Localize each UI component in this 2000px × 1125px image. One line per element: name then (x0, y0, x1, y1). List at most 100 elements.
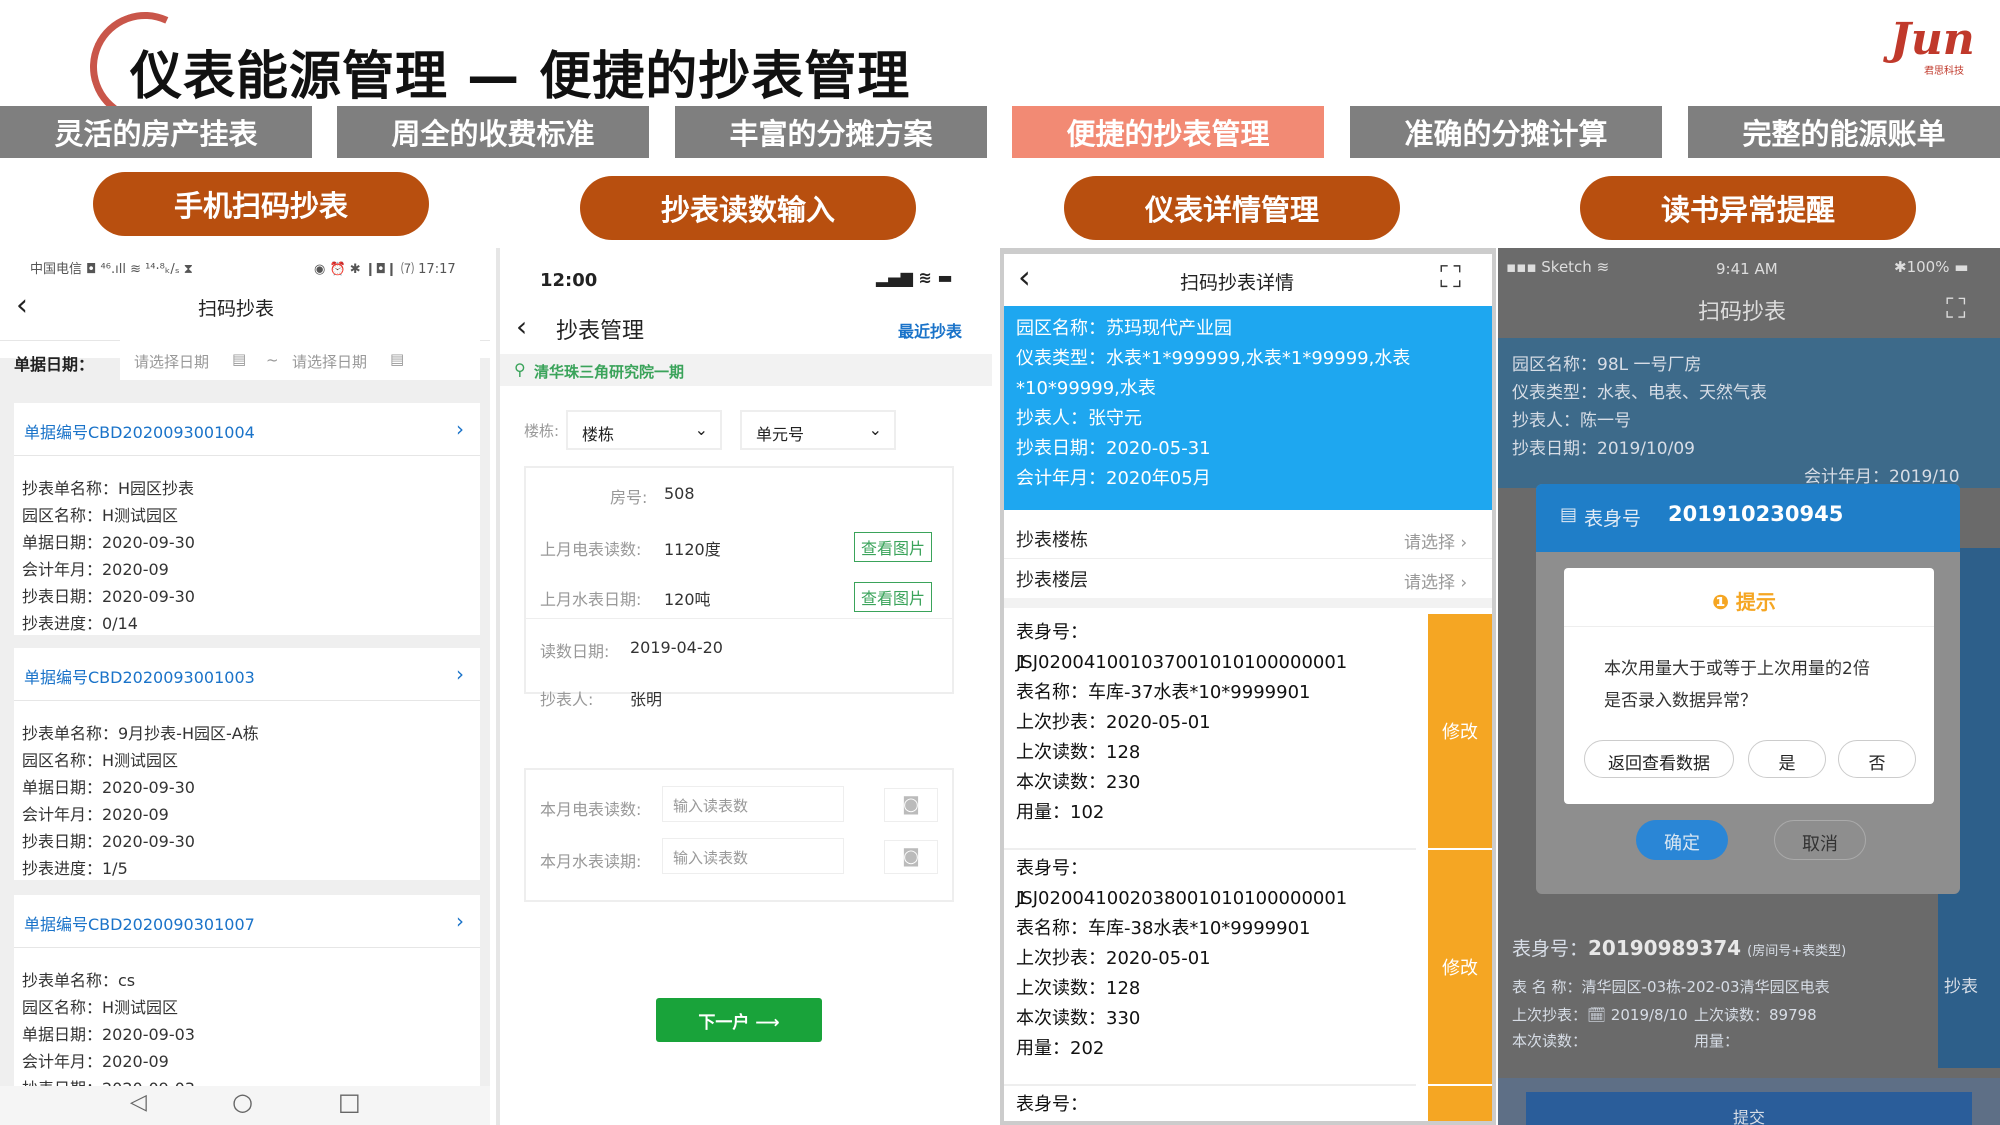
nav-recent-icon[interactable]: □ (338, 1088, 361, 1116)
read-progress: 抄表进度：0/14 (22, 614, 138, 633)
reader: 抄表人：张守元 (1016, 408, 1142, 429)
p3-header-title: 扫码抄表详情 (1180, 272, 1295, 294)
unit-select[interactable]: 单元号 ⌄ (740, 410, 896, 450)
tab-allocation-calc[interactable]: 准确的分摊计算 (1350, 106, 1662, 158)
chevron-right-icon[interactable]: › (456, 417, 464, 441)
p4-bg-info: 园区名称：98L 一号厂房 仪表类型：水表、电表、天然气表 抄表人：陈一号 抄表… (1498, 338, 2000, 488)
modal-header: ▤ 表身号 201910230945 (1536, 484, 1960, 552)
list-item[interactable]: 单据编号CBD2020093001003 › 抄表单名称：9月抄表-H园区-A栋… (14, 648, 480, 880)
camera-icon[interactable]: ◙ (884, 788, 938, 822)
confirm-button[interactable]: 确定 (1636, 820, 1728, 860)
list-item[interactable]: 单据编号CBD2020093001004 › 抄表单名称：H园区抄表 园区名称：… (14, 403, 480, 635)
tab-fee-standard[interactable]: 周全的收费标准 (337, 106, 649, 158)
read-progress: 抄表进度：1/5 (22, 859, 128, 878)
date-end-input[interactable]: 请选择日期 (292, 351, 367, 372)
meter-no: 表身号：JSJ020041003039001010100000000 (1016, 1094, 1088, 1115)
edit-button-partial[interactable] (1428, 1086, 1492, 1121)
divider (14, 700, 480, 701)
edit-button[interactable]: 修改 (1428, 850, 1492, 1084)
cancel-button[interactable]: 取消 (1774, 820, 1866, 860)
tab-property-meter[interactable]: 灵活的房产挂表 (0, 106, 312, 158)
p2-status-icons: ▂▄▆ ≋ ▬ (876, 268, 953, 287)
last-read-value: 上次读数：128 (1016, 978, 1141, 999)
account-month: 会计年月：2020-09 (22, 805, 169, 824)
tab-meter-reading[interactable]: 便捷的抄表管理 (1012, 106, 1324, 158)
list-item[interactable]: 单据编号CBD2020090301007 › 抄表单名称：cs 园区名称：H测试… (14, 895, 480, 1098)
park-name: 园区名称：H测试园区 (22, 998, 179, 1017)
current-read-value: 本次读数：230 (1016, 772, 1141, 793)
room-label: 房号: (610, 488, 648, 507)
divider (14, 455, 480, 456)
chevron-right-icon[interactable]: › (456, 662, 464, 686)
alert-title: ❶ 提示 (1712, 586, 1776, 615)
building-select[interactable]: 楼栋 ⌄ (566, 410, 722, 450)
feature-abnormal-alert: 读书异常提醒 (1580, 176, 1916, 240)
p1-header-title: 扫码抄表 (198, 298, 275, 320)
scan-icon[interactable]: ⛶ (1946, 292, 1966, 326)
building-value: 楼栋 (582, 425, 615, 444)
tab-allocation-plan[interactable]: 丰富的分摊方案 (675, 106, 987, 158)
p4-time: 9:41 AM (1716, 260, 1778, 278)
cur-water-label: 本月水表读期: (540, 852, 642, 871)
meter-name: 表名称：车库-38水表*10*9999901 (1016, 918, 1311, 939)
back-icon[interactable]: ‹ (516, 310, 527, 343)
water-reading-input[interactable]: 输入读表数 (662, 838, 844, 874)
cur-elec-label: 本月电表读数: (540, 800, 642, 819)
bg-cur-read: 本次读数： (1512, 1032, 1588, 1050)
date-range-input[interactable]: 请选择日期 ▤ ~ 请选择日期 ▤ (120, 340, 480, 380)
nav-home-icon[interactable]: ○ (232, 1088, 253, 1116)
tab-energy-bill[interactable]: 完整的能源账单 (1688, 106, 2000, 158)
p4-status-left: ▪▪▪ Sketch ≋ (1506, 258, 1610, 276)
usage: 用量：202 (1016, 1038, 1105, 1059)
last-water-value: 120吨 (664, 590, 711, 609)
submit-button[interactable]: 提交 (1526, 1092, 1972, 1125)
building-label: 楼栋: (524, 422, 560, 440)
reader-label: 抄表人: (540, 690, 594, 709)
meter-info-card: 房号: 508 上月电表读数: 1120度 查看图片 上月水表日期: 120吨 … (524, 466, 954, 709)
nav-back-icon[interactable]: ◁ (130, 1090, 147, 1115)
view-image-button[interactable]: 查看图片 (854, 532, 933, 562)
doc-date: 单据日期：2020-09-30 (22, 533, 195, 552)
building-select[interactable]: 请选择 › (1404, 528, 1467, 553)
bg-meter-note: (房间号+表类型) (1747, 944, 1847, 959)
back-icon[interactable]: ‹ (1018, 258, 1031, 296)
read-button[interactable]: 抄表 (1944, 972, 1978, 997)
doc-number[interactable]: 单据编号CBD2020093001004 (24, 419, 255, 443)
park-name: 园区名称：苏玛现代产业园 (1016, 318, 1232, 339)
read-date: 抄表日期：2019/10/09 (1512, 439, 1695, 459)
back-icon[interactable]: ‹ (16, 288, 28, 323)
account-month: 会计年月：2020-09 (22, 560, 169, 579)
floor-select[interactable]: 请选择 › (1404, 568, 1467, 593)
scan-icon[interactable]: ⛶ (1440, 260, 1461, 295)
date-separator: ~ (266, 351, 279, 369)
read-date: 抄表日期：2020-09-30 (22, 587, 195, 606)
phone-meter-detail: ‹ 扫码抄表详情 ⛶ 园区名称：苏玛现代产业园 仪表类型：水表*1*999999… (1000, 248, 1496, 1125)
view-image-button[interactable]: 查看图片 (854, 582, 933, 612)
bg-meter-name: 表 名 称：清华园区-03栋-202-03清华园区电表 (1512, 978, 1830, 996)
bg-usage: 用量： (1694, 1032, 1740, 1050)
android-nav-bar: ◁ ○ □ (0, 1086, 490, 1125)
alert-message: 本次用量大于或等于上次用量的2倍 (1604, 659, 1870, 679)
usage: 用量：102 (1016, 802, 1105, 823)
edit-button[interactable]: 修改 (1428, 614, 1492, 848)
warning-icon: ❶ (1712, 590, 1736, 614)
read-date-value: 2019-04-20 (630, 638, 723, 657)
recent-reading-link[interactable]: 最近抄表 (898, 318, 962, 342)
no-button[interactable]: 否 (1838, 740, 1916, 778)
doc-number[interactable]: 单据编号CBD2020093001003 (24, 664, 255, 688)
building-select-label: 抄表楼栋 (1016, 530, 1088, 551)
date-start-input[interactable]: 请选择日期 (134, 351, 209, 372)
elec-reading-input[interactable]: 输入读表数 (662, 786, 844, 822)
yes-button[interactable]: 是 (1748, 740, 1826, 778)
camera-icon[interactable]: ◙ (884, 840, 938, 874)
chevron-down-icon: ⌄ (868, 420, 882, 439)
next-household-button[interactable]: 下一户 ⟶ (656, 998, 822, 1042)
floor-select-label: 抄表楼层 (1016, 570, 1088, 591)
read-date: 抄表日期：2020-09-30 (22, 832, 195, 851)
doc-number[interactable]: 单据编号CBD2020090301007 (24, 911, 255, 935)
back-to-data-button[interactable]: 返回查看数据 (1584, 740, 1734, 778)
current-read-value: 本次读数：330 (1016, 1008, 1141, 1029)
chevron-right-icon[interactable]: › (456, 909, 464, 933)
document-icon: ▤ (1560, 504, 1578, 525)
meter-no: 表身号：JSJ020041001037001010100000001 (1016, 622, 1348, 673)
